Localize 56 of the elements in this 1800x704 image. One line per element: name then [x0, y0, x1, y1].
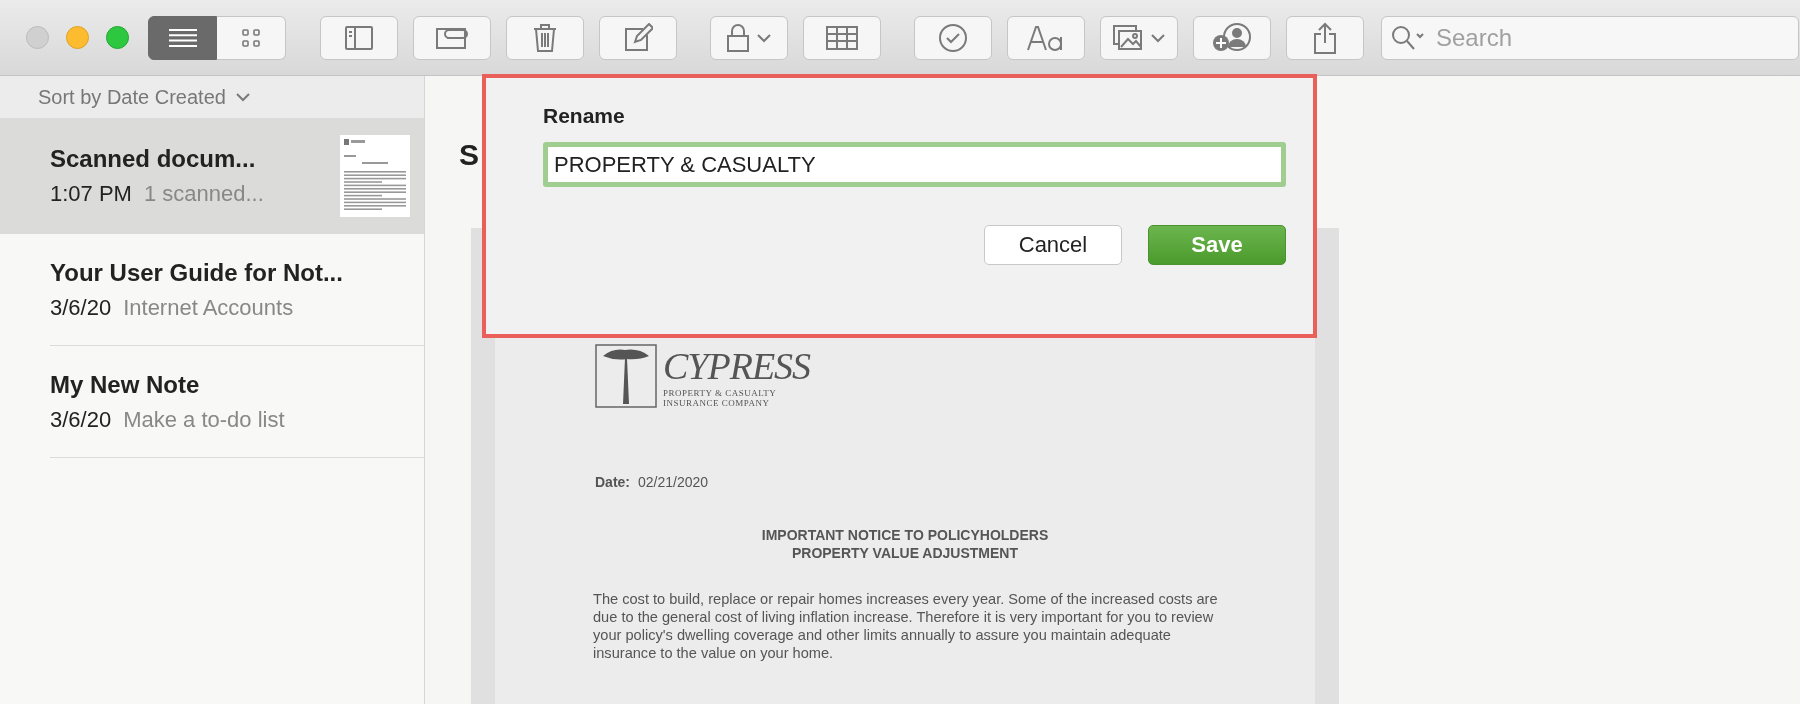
media-button[interactable] — [1100, 15, 1178, 60]
table-button[interactable] — [803, 15, 881, 60]
notice-heading: IMPORTANT NOTICE TO POLICYHOLDERS — [761, 526, 1049, 544]
lock-icon — [727, 23, 749, 52]
note-title: Scanned docum... — [50, 145, 257, 173]
add-person-icon — [1212, 22, 1252, 53]
rename-label: Rename — [543, 104, 626, 128]
note-preview: 1 scanned... — [143, 181, 264, 207]
note-list-item[interactable]: Scanned docum... 1:07 PM 1 scanned... — [0, 118, 424, 234]
caret-icon — [757, 32, 771, 43]
list-icon — [168, 28, 197, 47]
zoom-button[interactable] — [106, 26, 129, 49]
attachments-button[interactable] — [413, 15, 491, 60]
share-icon — [1313, 21, 1337, 54]
note-title: My New Note — [50, 370, 201, 399]
table-icon — [826, 25, 858, 50]
sidebar-button[interactable] — [320, 15, 398, 60]
date-label: Date: — [595, 474, 630, 490]
format-button[interactable] — [1007, 15, 1085, 60]
search-field[interactable]: Search — [1381, 15, 1799, 60]
note-title: S — [459, 138, 479, 171]
name-field[interactable]: PROPERTY & CASUALTY — [543, 142, 1286, 187]
delete-button[interactable] — [506, 15, 584, 60]
lock-button[interactable] — [710, 15, 788, 60]
paperclip-icon — [435, 25, 469, 50]
logo-name: CYPRESS — [663, 344, 811, 388]
note-date: 3/6/20 — [50, 294, 112, 321]
note-list-item[interactable]: My New Note 3/6/20 Make a to-do list — [50, 346, 424, 458]
tree-logo-icon — [595, 344, 657, 408]
checklist-button[interactable] — [914, 15, 992, 60]
grid-icon — [242, 28, 260, 47]
note-date: 1:07 PM — [50, 181, 132, 207]
checkmark-icon — [938, 22, 968, 53]
note-preview: Make a to-do list — [123, 406, 285, 433]
note-list-item[interactable]: Your User Guide for Not... 3/6/20 Internet Accounts — [50, 234, 424, 346]
compose-button[interactable] — [599, 15, 677, 60]
note-preview: Internet Accounts — [123, 294, 294, 321]
cancel-button[interactable]: Cancel — [984, 225, 1122, 265]
sidebar-icon — [345, 25, 373, 50]
collaborate-button[interactable] — [1193, 15, 1271, 60]
date-value: 02/21/2020 — [638, 474, 709, 490]
compose-icon — [623, 22, 653, 53]
notice-heading: PROPERTY VALUE ADJUSTMENT — [791, 544, 1019, 562]
note-title: Your User Guide for Not... — [50, 258, 343, 287]
trash-icon — [532, 22, 558, 53]
gallery-view-button[interactable] — [217, 15, 286, 60]
note-date: 3/6/20 — [50, 406, 112, 433]
logo-subtitle: PROPERTY & CASUALTY — [663, 388, 778, 398]
photos-icon — [1113, 24, 1143, 51]
search-icon — [1391, 24, 1425, 51]
list-view-button[interactable] — [148, 15, 217, 60]
chevron-down-icon — [235, 92, 250, 102]
share-button[interactable] — [1286, 15, 1364, 60]
notice-paragraph: The cost to build, replace or repair homes increases every year. Some of the increased costs are due to the general cost of living inflation increase. Therefore it is very important for you to review your policy's dwelling coverage and other limits annually to assure you maintain adequate insurance to the value on your home. — [593, 590, 1219, 662]
logo-subtitle: INSURANCE COMPANY — [663, 398, 771, 408]
caret-icon — [1151, 32, 1165, 43]
